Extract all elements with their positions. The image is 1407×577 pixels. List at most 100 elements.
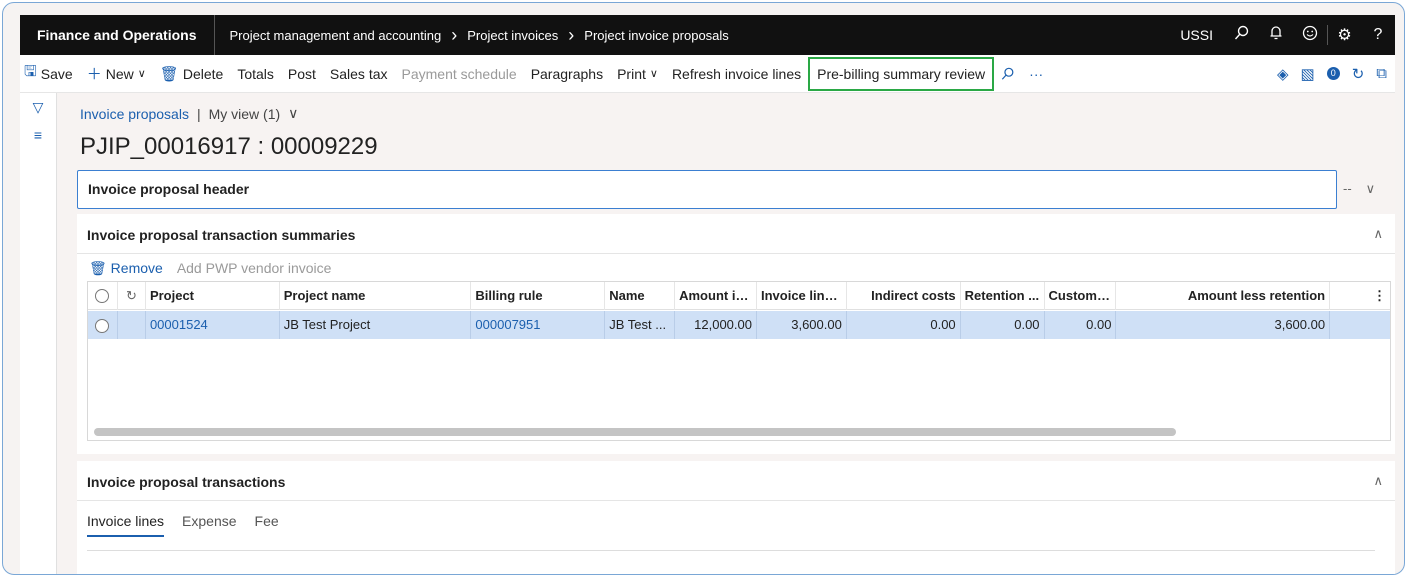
tab-expense[interactable]: Expense xyxy=(182,513,236,537)
search-icon xyxy=(1002,67,1014,80)
post-button[interactable]: Post xyxy=(281,59,323,89)
cell-name: JB Test ... xyxy=(605,311,676,339)
cell-customer: 0.00 xyxy=(1045,311,1117,339)
column-header-customer[interactable]: Customer... xyxy=(1045,281,1117,310)
column-options-icon[interactable]: ⋮ xyxy=(1330,282,1390,310)
delete-button[interactable]: 🗑 Delete xyxy=(153,59,231,89)
cell-billing-rule[interactable]: 000007951 xyxy=(471,311,606,339)
column-header-name[interactable]: Name xyxy=(605,281,676,310)
search-icon[interactable] xyxy=(1225,25,1259,46)
column-header-amount-in[interactable]: Amount in... xyxy=(675,281,757,310)
top-right-tools: USSI ⚙ ? xyxy=(1168,15,1395,55)
chevron-down-icon[interactable]: ∨ xyxy=(1366,181,1376,197)
add-pwp-vendor-invoice-button[interactable]: Add PWP vendor invoice xyxy=(177,260,332,277)
horizontal-scrollbar[interactable] xyxy=(94,428,1176,436)
refresh-icon[interactable]: ↻ xyxy=(1352,65,1365,83)
section-divider xyxy=(77,253,1395,254)
cell-project-name: JB Test Project xyxy=(280,311,472,339)
notification-badge[interactable]: 0 xyxy=(1326,67,1340,80)
table-row[interactable]: 00001524 JB Test Project 000007951 JB Te… xyxy=(88,311,1390,339)
help-icon[interactable]: ? xyxy=(1361,26,1395,44)
transactions-section: Invoice proposal transactions ∧ Invoice … xyxy=(77,461,1395,574)
select-all-radio[interactable] xyxy=(88,281,118,310)
open-new-window-icon[interactable]: ⧉ xyxy=(1376,65,1387,82)
tab-invoice-lines[interactable]: Invoice lines xyxy=(87,513,165,537)
view-separator: | xyxy=(196,105,201,122)
view-selector: Invoice proposals | My view (1) ∨ xyxy=(80,105,298,122)
chevron-down-icon: ∨ xyxy=(137,68,146,80)
grid-toolbar: 🗑 Remove Add PWP vendor invoice xyxy=(89,260,331,277)
invoice-proposals-link[interactable]: Invoice proposals xyxy=(80,106,189,122)
column-header-retention[interactable]: Retention ... xyxy=(961,281,1045,310)
gear-icon[interactable]: ⚙ xyxy=(1327,25,1361,45)
section-title[interactable]: Invoice proposal transaction summaries xyxy=(87,227,355,243)
app-window: Finance and Operations Project managemen… xyxy=(2,2,1405,575)
row-end-spacer xyxy=(1330,311,1390,339)
cell-indirect-costs: 0.00 xyxy=(847,311,961,339)
refresh-invoice-lines-button[interactable]: Refresh invoice lines xyxy=(665,59,808,89)
tab-divider xyxy=(87,550,1375,551)
sales-tax-button[interactable]: Sales tax xyxy=(323,59,395,89)
header-summary-value: -- xyxy=(1343,181,1352,196)
chevron-up-icon[interactable]: ∧ xyxy=(1373,226,1383,242)
column-header-invoice-line[interactable]: Invoice line ... xyxy=(757,281,847,310)
chevron-right-icon: › xyxy=(451,24,458,45)
main-content: Invoice proposals | My view (1) ∨ PJIP_0… xyxy=(58,93,1395,574)
invoice-proposal-header-fasttab[interactable]: Invoice proposal header xyxy=(77,170,1337,209)
summaries-grid: ↻ Project Project name Billing rule Name… xyxy=(87,281,1391,441)
more-options-button[interactable]: ··· xyxy=(1022,59,1050,89)
row-select-radio[interactable] xyxy=(88,311,118,339)
column-header-billing-rule[interactable]: Billing rule xyxy=(471,281,606,310)
chevron-up-icon[interactable]: ∧ xyxy=(1373,473,1383,489)
cell-retention: 0.00 xyxy=(961,311,1045,339)
remove-label: Remove xyxy=(110,260,163,276)
save-button[interactable]: 🖫 Save xyxy=(20,59,80,89)
pre-billing-summary-review-button[interactable]: Pre-billing summary review xyxy=(808,56,995,91)
payment-schedule-button[interactable]: Payment schedule xyxy=(395,59,524,89)
trash-icon: 🗑 xyxy=(89,260,107,276)
transaction-summaries-section: Invoice proposal transaction summaries ∧… xyxy=(77,214,1395,454)
breadcrumb-item-invoice-proposals[interactable]: Project invoice proposals xyxy=(584,28,729,43)
diamond-icon[interactable]: ◈ xyxy=(1277,65,1289,83)
print-button[interactable]: Print ∨ xyxy=(610,59,665,89)
trash-icon: 🗑 xyxy=(159,65,179,83)
totals-button[interactable]: Totals xyxy=(230,59,281,89)
plus-icon: ＋ xyxy=(86,66,102,83)
my-view-dropdown[interactable]: My view (1) xyxy=(209,106,281,122)
smiley-icon[interactable] xyxy=(1293,25,1327,46)
list-icon[interactable]: ≡ xyxy=(20,127,56,149)
bell-icon[interactable] xyxy=(1259,25,1293,46)
refresh-icon[interactable]: ↻ xyxy=(118,281,146,310)
page-title: PJIP_00016917 : 00009229 xyxy=(80,133,378,160)
tab-fee[interactable]: Fee xyxy=(255,513,279,537)
chevron-right-icon: › xyxy=(568,24,575,45)
cell-invoice-line: 3,600.00 xyxy=(757,311,847,339)
column-header-indirect-costs[interactable]: Indirect costs xyxy=(847,281,961,310)
top-nav-bar: Finance and Operations Project managemen… xyxy=(20,15,1395,55)
paragraphs-button[interactable]: Paragraphs xyxy=(524,59,610,89)
transaction-tabs: Invoice lines Expense Fee xyxy=(87,513,279,537)
breadcrumb: Project management and accounting › Proj… xyxy=(215,25,728,46)
action-pane-right-icons: ◈ ▧ 0 ↻ ⧉ xyxy=(1277,65,1395,83)
column-header-project-name[interactable]: Project name xyxy=(280,281,472,310)
app-brand[interactable]: Finance and Operations xyxy=(20,15,216,55)
cell-amount-in: 12,000.00 xyxy=(675,311,757,339)
column-header-project[interactable]: Project xyxy=(146,281,280,310)
filter-icon[interactable]: ▽ xyxy=(20,99,56,121)
action-search-button[interactable] xyxy=(994,59,1022,89)
chevron-down-icon[interactable]: ∨ xyxy=(288,105,298,122)
remove-button[interactable]: 🗑 Remove xyxy=(89,260,163,277)
office-icon[interactable]: ▧ xyxy=(1301,65,1315,83)
new-button[interactable]: ＋ New ∨ xyxy=(80,59,153,89)
left-rail: ▽ ≡ xyxy=(20,93,57,574)
breadcrumb-item-module[interactable]: Project management and accounting xyxy=(229,28,441,43)
cell-project[interactable]: 00001524 xyxy=(146,311,280,339)
save-icon: 🖫 xyxy=(24,63,37,80)
company-picker[interactable]: USSI xyxy=(1168,27,1225,43)
header-fasttab-summary: -- ∨ xyxy=(1343,181,1375,197)
section-title[interactable]: Invoice proposal transactions xyxy=(87,474,285,490)
print-label: Print xyxy=(617,65,646,82)
breadcrumb-item-project-invoices[interactable]: Project invoices xyxy=(467,28,558,43)
column-header-amount-less-retention[interactable]: Amount less retention xyxy=(1116,281,1331,310)
grid-header: ↻ Project Project name Billing rule Name… xyxy=(88,281,1390,310)
